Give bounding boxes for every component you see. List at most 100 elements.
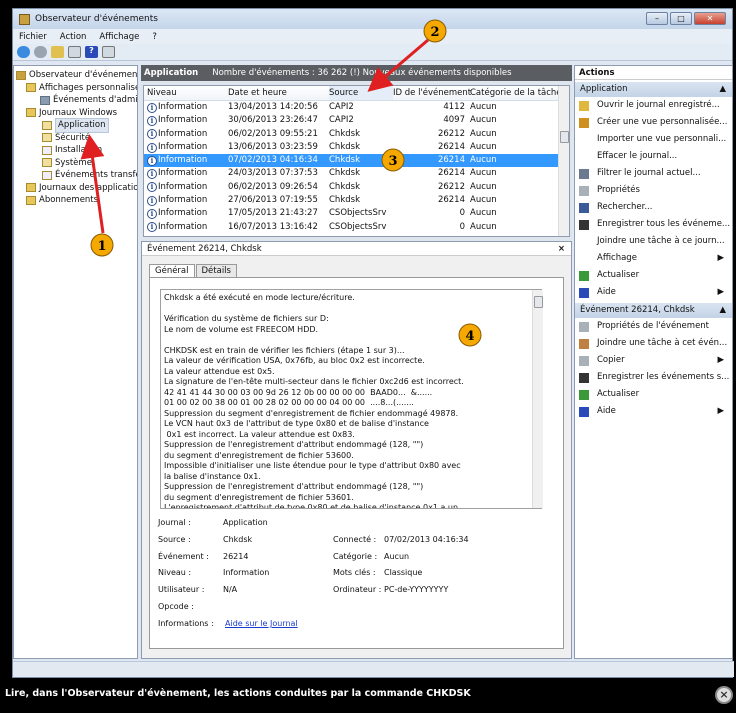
refresh-icon <box>579 270 589 281</box>
action-item[interactable]: Enregistrer les événements s... <box>575 369 732 386</box>
subscriptions-icon <box>26 195 36 205</box>
log-icon <box>42 158 52 168</box>
log-header: Application Nombre d'événements : 36 262 … <box>141 65 572 81</box>
show-tree-icon[interactable] <box>68 46 81 58</box>
tree-item-admin-events[interactable]: Événements d'admini <box>16 94 137 107</box>
menu-help[interactable]: ? <box>152 32 157 42</box>
action-item[interactable]: Effacer le journal... <box>575 148 732 165</box>
action-item[interactable]: Ouvrir le journal enregistré... <box>575 97 732 114</box>
action-item[interactable]: Filtrer le journal actuel... <box>575 165 732 182</box>
column-niveau[interactable]: Niveau <box>144 86 228 100</box>
up-folder-icon[interactable] <box>51 46 64 58</box>
close-detail-icon[interactable]: × <box>558 242 565 255</box>
back-arrow-icon[interactable] <box>17 46 30 58</box>
filter-icon <box>40 95 50 105</box>
forward-arrow-icon[interactable] <box>34 46 47 58</box>
copy-icon <box>579 355 589 366</box>
log-icon <box>42 133 52 143</box>
table-row[interactable]: i Information 16/07/2013 13:16:42 CSObjects… <box>144 221 569 234</box>
event-message[interactable]: Chkdsk a été exécuté en mode lecture/écr… <box>160 289 542 509</box>
table-row[interactable]: i Information 27/06/2013 07:19:55 Chkdsk 262… <box>144 194 569 207</box>
status-bar <box>13 661 734 677</box>
column-event-id[interactable]: ID de l'événement <box>393 86 471 100</box>
tree-item-system[interactable]: Système <box>16 157 135 170</box>
window-title: Observateur d'événements <box>35 14 158 24</box>
event-viewer-icon <box>19 13 30 25</box>
table-row[interactable]: i Information 06/02/2013 09:26:54 Chkdsk 262… <box>144 181 569 194</box>
action-item[interactable]: Aide ▶ <box>575 284 732 301</box>
action-item[interactable]: Joindre une tâche à cet évén... <box>575 335 732 352</box>
column-source[interactable]: Source <box>329 86 393 100</box>
table-row[interactable]: i Information 13/06/2013 03:23:59 Chkdsk 262… <box>144 141 569 154</box>
action-item[interactable]: Actualiser <box>575 267 732 284</box>
tree-item-security[interactable]: Sécurité <box>16 132 135 145</box>
scroll-thumb[interactable] <box>534 296 543 308</box>
scroll-thumb[interactable] <box>560 131 569 143</box>
info-icon: i <box>147 142 157 153</box>
action-item[interactable]: Copier ▶ <box>575 352 732 369</box>
action-item[interactable]: Actualiser <box>575 386 732 403</box>
log-icon <box>42 170 52 180</box>
menu-fichier[interactable]: Fichier <box>19 32 47 42</box>
refresh-icon <box>579 389 589 400</box>
table-row[interactable]: i Information 13/04/2013 14:20:56 CAPI2 4112… <box>144 101 569 114</box>
minimize-button[interactable]: – <box>646 12 668 25</box>
info-icon: i <box>147 169 157 180</box>
collapse-icon[interactable]: ▲ <box>719 82 726 97</box>
actions-group-event[interactable]: Événement 26214, Chkdsk ▲ <box>575 303 732 318</box>
maximize-button[interactable]: □ <box>670 12 692 25</box>
table-row[interactable]: i Information 07/02/2013 04:16:34 Chkdsk 262… <box>144 154 569 168</box>
folder-icon <box>26 108 36 118</box>
table-row[interactable]: i Information 30/06/2013 23:26:47 CAPI2 4097… <box>144 114 569 127</box>
folder-icon <box>26 183 36 193</box>
folder-open-icon <box>579 100 589 111</box>
tree-item-application[interactable]: Application <box>16 118 135 133</box>
column-date[interactable]: Date et heure <box>228 86 329 100</box>
action-item[interactable]: Propriétés de l'événement <box>575 318 732 335</box>
show-action-pane-icon[interactable] <box>102 46 115 58</box>
filter-icon <box>579 168 589 179</box>
info-icon: i <box>147 115 157 126</box>
table-row[interactable]: i Information 24/03/2013 07:37:53 Chkdsk 262… <box>144 167 569 180</box>
table-row[interactable]: i Information 06/02/2013 09:55:21 Chkdsk 262… <box>144 128 569 141</box>
close-button[interactable]: ✕ <box>694 12 726 25</box>
binoculars-icon <box>579 202 589 213</box>
general-tab-content: Chkdsk a été exécuté en mode lecture/écr… <box>149 277 564 649</box>
action-item[interactable]: Aide ▶ <box>575 403 732 420</box>
action-item[interactable]: Importer une vue personnali... <box>575 131 732 148</box>
actions-pane: Actions Application ▲ Ouvrir le journal e… <box>574 65 733 659</box>
tree-item-custom-views[interactable]: Affichages personnalisés <box>16 82 137 95</box>
action-item[interactable]: Créer une vue personnalisée... <box>575 114 732 131</box>
menu-affichage[interactable]: Affichage <box>99 32 139 42</box>
folder-icon <box>26 83 36 93</box>
log-icon <box>42 120 52 130</box>
action-item[interactable]: Enregistrer tous les événeme... <box>575 216 732 233</box>
tree-item-app-logs[interactable]: Journaux des applications <box>16 182 137 195</box>
help-icon[interactable]: ? <box>85 46 98 58</box>
info-icon: i <box>147 182 157 193</box>
action-item[interactable]: Rechercher... <box>575 199 732 216</box>
tree-item-forwarded-events[interactable]: Événements transféré <box>16 169 137 182</box>
help-icon <box>579 287 589 298</box>
tree-item-subscriptions[interactable]: Abonnements <box>16 194 135 207</box>
action-item[interactable]: Propriétés <box>575 182 732 199</box>
info-icon: i <box>147 102 157 113</box>
list-scrollbar[interactable] <box>558 86 569 236</box>
tree-item-installation[interactable]: Installation <box>16 144 135 157</box>
message-scrollbar[interactable] <box>532 290 543 508</box>
action-item[interactable]: Joindre une tâche à ce journ... <box>575 233 732 250</box>
column-category[interactable]: Catégorie de la tâche <box>470 86 562 100</box>
close-caption-icon[interactable]: × <box>715 686 733 704</box>
tab-details[interactable]: Détails <box>195 264 237 277</box>
info-icon: i <box>147 155 157 166</box>
menu-action[interactable]: Action <box>60 32 87 42</box>
actions-group-application[interactable]: Application ▲ <box>575 82 732 97</box>
collapse-icon[interactable]: ▲ <box>719 303 726 318</box>
action-item[interactable]: Affichage ▶ <box>575 250 732 267</box>
help-log-link[interactable]: Aide sur le Journal <box>225 619 298 628</box>
table-row[interactable]: i Information 17/05/2013 21:43:27 CSObjects… <box>144 207 569 220</box>
tree-item-root[interactable]: Observateur d'événements (L <box>16 69 137 82</box>
filter-icon <box>579 117 589 128</box>
submenu-arrow-icon: ▶ <box>717 406 724 416</box>
tab-general[interactable]: Général <box>149 264 195 277</box>
